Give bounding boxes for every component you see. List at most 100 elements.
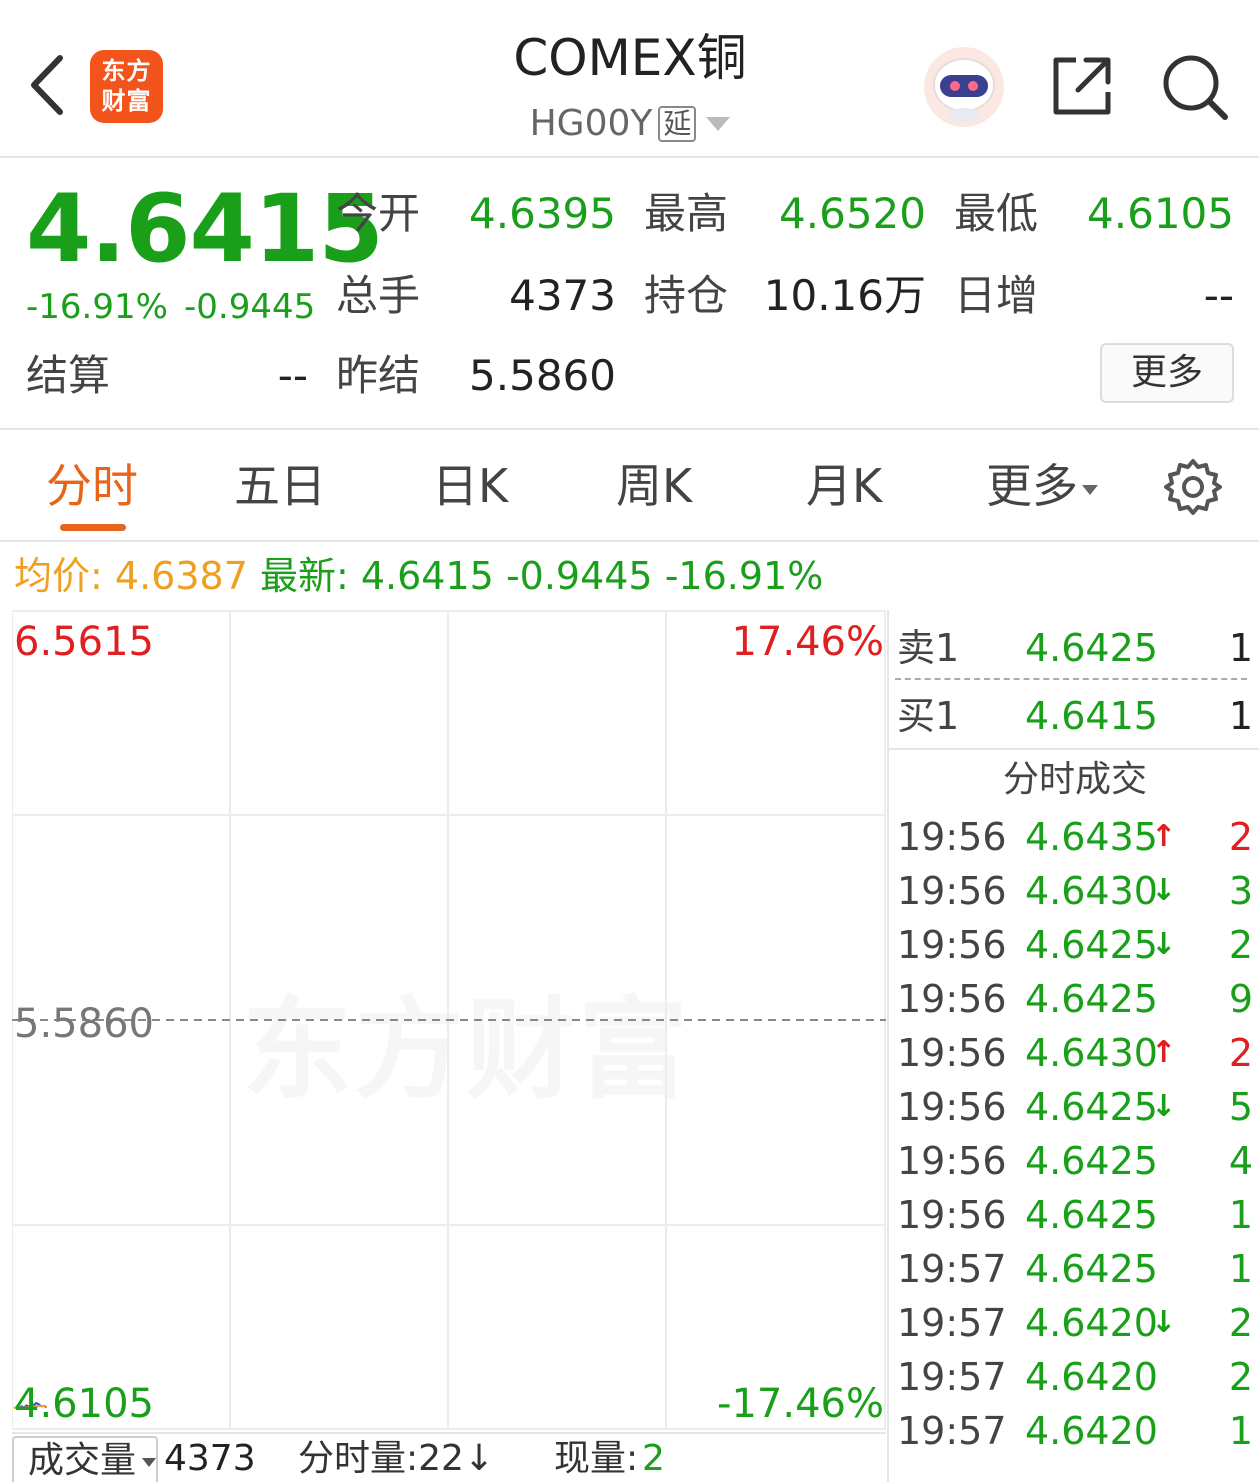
open-interest-value: 10.16万: [763, 271, 926, 320]
settle-label: 结算: [26, 351, 111, 400]
tab-weekly-k[interactable]: 周K: [616, 458, 692, 514]
tab-daily-k[interactable]: 日K: [432, 458, 508, 514]
buy-1-label: 买1: [897, 694, 960, 738]
last-price: 4.6415: [26, 175, 384, 284]
pct-axis-top-label: 17.46%: [731, 619, 884, 665]
indicator-selector-label: 成交量: [28, 1440, 137, 1481]
tick-price: 4.6425: [1025, 1247, 1158, 1291]
logo-text-line2: 财富: [101, 87, 152, 115]
daily-increase-label: 日增: [954, 271, 1039, 320]
tick-price: 4.6425: [1025, 1193, 1158, 1237]
tick-volume: 2: [1228, 1301, 1253, 1345]
tick-price: 4.6430: [1025, 1031, 1158, 1075]
buy-1-price: 4.6415: [1025, 694, 1158, 738]
intraday-chart[interactable]: 东方财富 6.5615 5.5860 4.6105 17.46% -17.46%: [12, 610, 886, 1430]
tick-volume: 4: [1228, 1139, 1253, 1183]
y-axis-bottom-label: 4.6105: [14, 1381, 154, 1427]
tick-volume: 3: [1228, 869, 1253, 913]
tick-volume: 9: [1228, 977, 1253, 1021]
tick-row: 19:57 4.6425 1: [889, 1242, 1259, 1296]
share-icon[interactable]: [1050, 54, 1114, 118]
price-info-line: 均价: 4.6387 最新: 4.6415 -0.9445 -16.91%: [14, 552, 823, 600]
sell-1-label: 卖1: [897, 626, 960, 670]
latest-label: 最新:: [259, 554, 349, 598]
arrow-down-icon: ↓: [1151, 927, 1177, 962]
chevron-down-icon: [706, 117, 731, 131]
tick-price: 4.6425: [1025, 923, 1158, 967]
prev-settle-value: 5.5860: [469, 351, 616, 400]
tick-row: 19:56 4.6430 ↓ 3: [889, 864, 1259, 918]
tick-volume: 5: [1228, 1085, 1253, 1129]
arrow-down-icon: ↓: [1151, 1305, 1177, 1340]
latest-percent: -16.91%: [664, 554, 824, 598]
open-interest-label: 持仓: [644, 271, 729, 320]
change-percent: -16.91%: [26, 287, 168, 327]
open-label: 今开: [336, 189, 421, 238]
tick-row: 19:56 4.6425 ↓ 5: [889, 1080, 1259, 1134]
prev-settle-label: 昨结: [336, 351, 421, 400]
tick-row: 19:56 4.6435 ↑ 2: [889, 810, 1259, 864]
back-arrow-icon[interactable]: [22, 50, 72, 120]
change-amount: -0.9445: [184, 287, 316, 327]
latest-change: -0.9445: [505, 554, 653, 598]
tick-price: 4.6420: [1025, 1409, 1158, 1453]
tick-price: 4.6425: [1025, 977, 1158, 1021]
quote-panel: 4.6415 -16.91% -0.9445 今开 4.6395 最高 4.65…: [0, 160, 1259, 430]
minute-volume: 分时量:22↓: [298, 1438, 495, 1479]
gear-icon[interactable]: [1164, 458, 1222, 516]
tick-row: 19:56 4.6425 ↓ 2: [889, 918, 1259, 972]
current-volume-value: 2: [642, 1438, 665, 1479]
ticks-divider: [889, 748, 1259, 750]
arrow-up-icon: ↑: [1151, 819, 1177, 854]
tick-volume: 1: [1228, 1193, 1253, 1237]
app-logo[interactable]: 东方 财富: [90, 50, 163, 123]
open-value: 4.6395: [469, 189, 616, 238]
tick-time: 19:56: [897, 977, 1007, 1021]
sell-1-row: 卖1 4.6425 1: [889, 618, 1259, 678]
tick-volume: 1: [1228, 1247, 1253, 1291]
tick-price: 4.6435: [1025, 815, 1158, 859]
tick-volume: 2: [1228, 923, 1253, 967]
page-title: COMEX铜: [513, 29, 747, 87]
ticks-title[interactable]: 分时成交: [889, 756, 1259, 804]
high-value: 4.6520: [779, 189, 926, 238]
tick-row: 19:57 4.6420 2: [889, 1350, 1259, 1404]
current-volume-label: 现量:: [554, 1438, 639, 1479]
tick-row: 19:57 4.6420 1: [889, 1404, 1259, 1458]
buy-1-row: 买1 4.6415 1: [889, 686, 1259, 746]
delay-badge: 延: [658, 106, 697, 142]
avg-price-value: 4.6387: [114, 554, 248, 598]
tick-time: 19:56: [897, 1139, 1007, 1183]
tab-more[interactable]: 更多: [986, 458, 1098, 514]
tick-volume: 2: [1228, 815, 1253, 859]
tick-volume: 1: [1228, 1409, 1253, 1453]
tick-row: 19:56 4.6430 ↑ 2: [889, 1026, 1259, 1080]
search-icon[interactable]: [1160, 52, 1230, 122]
tick-time: 19:56: [897, 1085, 1007, 1129]
volume-value: 4373: [509, 271, 616, 320]
tick-volume: 2: [1228, 1355, 1253, 1399]
daily-increase-value: --: [1203, 271, 1234, 320]
tick-price: 4.6420: [1025, 1301, 1158, 1345]
latest-value: 4.6415: [360, 554, 494, 598]
tick-time: 19:56: [897, 923, 1007, 967]
tick-time: 19:57: [897, 1301, 1007, 1345]
indicator-selector[interactable]: 成交量: [12, 1436, 158, 1482]
more-fields-button[interactable]: 更多: [1100, 343, 1234, 403]
tab-intraday[interactable]: 分时: [46, 458, 138, 514]
tick-volume: 2: [1228, 1031, 1253, 1075]
settle-value: --: [277, 351, 308, 400]
tick-time: 19:57: [897, 1355, 1007, 1399]
tick-time: 19:57: [897, 1247, 1007, 1291]
active-tab-indicator: [60, 524, 126, 531]
tick-price: 4.6420: [1025, 1355, 1158, 1399]
robot-assistant-icon[interactable]: [922, 45, 1006, 129]
tab-five-day[interactable]: 五日: [234, 458, 326, 514]
tab-monthly-k[interactable]: 月K: [806, 458, 882, 514]
avg-price-label: 均价:: [14, 554, 103, 598]
tick-time: 19:56: [897, 1031, 1007, 1075]
high-label: 最高: [644, 189, 729, 238]
tick-row: 19:56 4.6425 1: [889, 1188, 1259, 1242]
symbol-selector[interactable]: HG00Y 延: [380, 100, 880, 147]
volume-label: 总手: [336, 271, 421, 320]
